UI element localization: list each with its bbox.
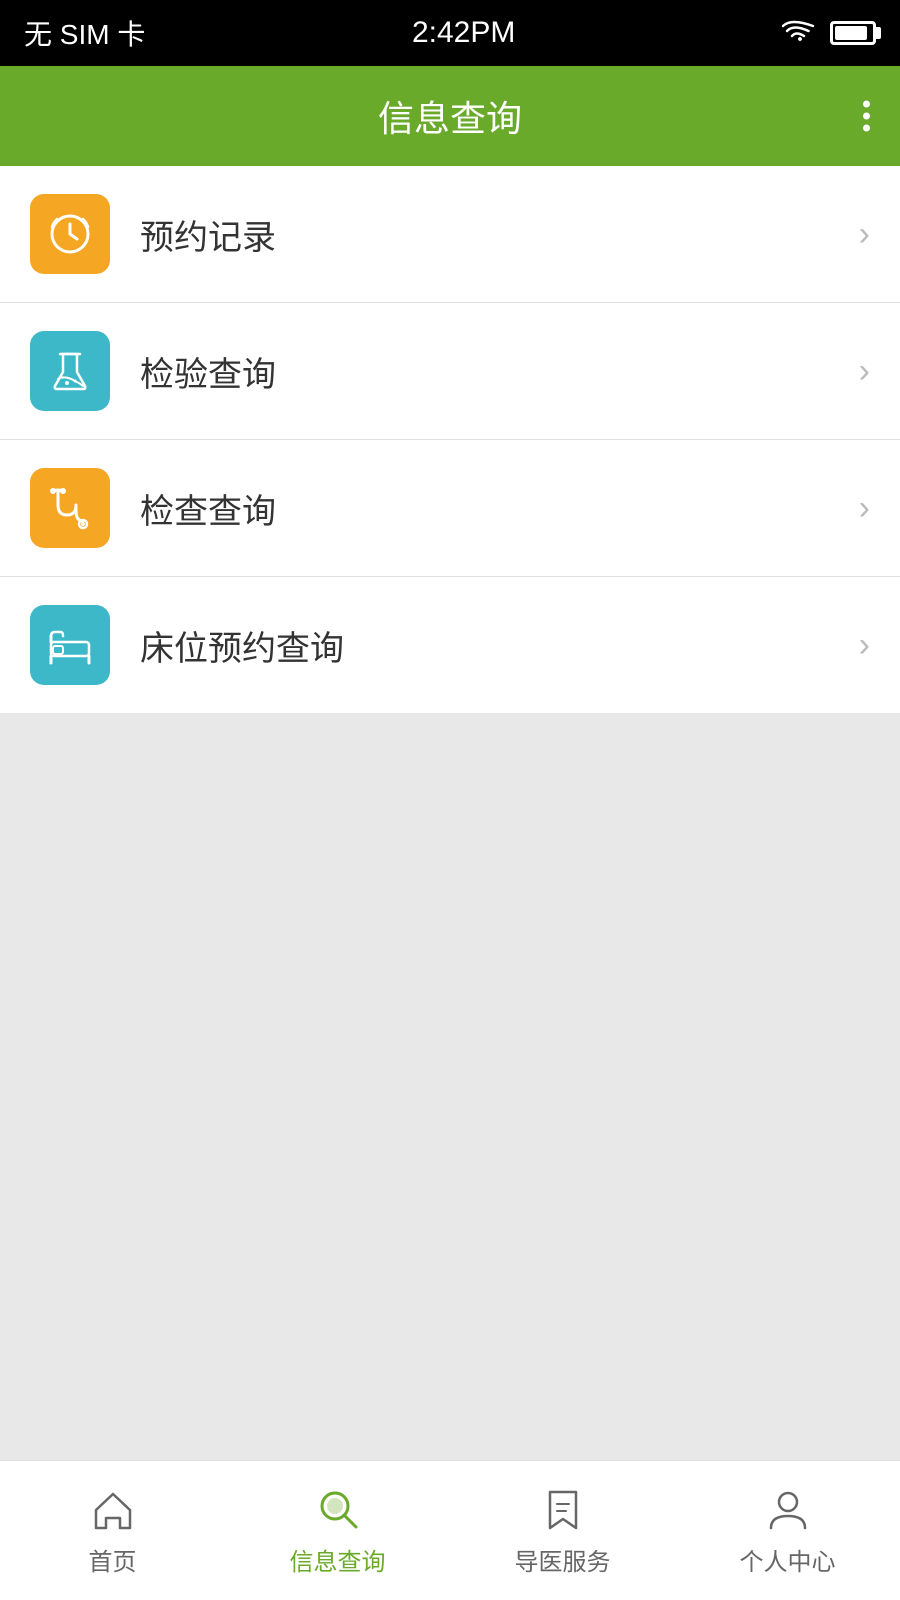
- labtest-chevron: ›: [859, 352, 870, 391]
- page-title: 信息查询: [378, 90, 522, 142]
- nav-item-home[interactable]: 首页: [0, 1484, 225, 1577]
- carrier-text: 无 SIM 卡: [24, 13, 145, 53]
- nav-profile-label: 个人中心: [740, 1542, 836, 1577]
- bookmark-icon: [538, 1484, 588, 1534]
- bed-icon: [45, 620, 95, 670]
- stethoscope-icon: [45, 483, 95, 533]
- labtest-label: 检验查询: [140, 347, 859, 396]
- menu-item-labtest[interactable]: 检验查询 ›: [0, 303, 900, 440]
- nav-item-profile[interactable]: 个人中心: [675, 1484, 900, 1577]
- time-text: 2:42PM: [412, 16, 515, 50]
- bottom-nav: 首页 信息查询 导医服务: [0, 1460, 900, 1600]
- search-icon: [313, 1484, 363, 1534]
- battery-icon: [830, 21, 876, 45]
- status-bar: 无 SIM 卡 2:42PM: [0, 0, 900, 66]
- nav-home-label: 首页: [89, 1542, 137, 1577]
- nav-info-label: 信息查询: [290, 1542, 386, 1577]
- status-icons: [782, 19, 876, 47]
- appointment-icon-box: [30, 194, 110, 274]
- flask-icon: [45, 346, 95, 396]
- examination-icon-box: [30, 468, 110, 548]
- appointment-chevron: ›: [859, 215, 870, 254]
- menu-list: 预约记录 › 检验查询 ›: [0, 166, 900, 713]
- menu-item-bed[interactable]: 床位预约查询 ›: [0, 577, 900, 713]
- nav-guide-label: 导医服务: [515, 1542, 611, 1577]
- empty-area: [0, 713, 900, 1460]
- labtest-icon-box: [30, 331, 110, 411]
- home-icon: [88, 1484, 138, 1534]
- profile-icon: [763, 1484, 813, 1534]
- wifi-icon: [782, 19, 818, 47]
- nav-item-guide[interactable]: 导医服务: [450, 1484, 675, 1577]
- examination-label: 检查查询: [140, 484, 859, 533]
- clock-icon: [45, 209, 95, 259]
- appointment-label: 预约记录: [140, 210, 859, 259]
- bed-icon-box: [30, 605, 110, 685]
- more-button[interactable]: [863, 101, 870, 132]
- bed-label: 床位预约查询: [140, 621, 859, 670]
- examination-chevron: ›: [859, 489, 870, 528]
- page-header: 信息查询: [0, 66, 900, 166]
- menu-item-appointment[interactable]: 预约记录 ›: [0, 166, 900, 303]
- menu-item-examination[interactable]: 检查查询 ›: [0, 440, 900, 577]
- bed-chevron: ›: [859, 626, 870, 665]
- nav-item-info[interactable]: 信息查询: [225, 1484, 450, 1577]
